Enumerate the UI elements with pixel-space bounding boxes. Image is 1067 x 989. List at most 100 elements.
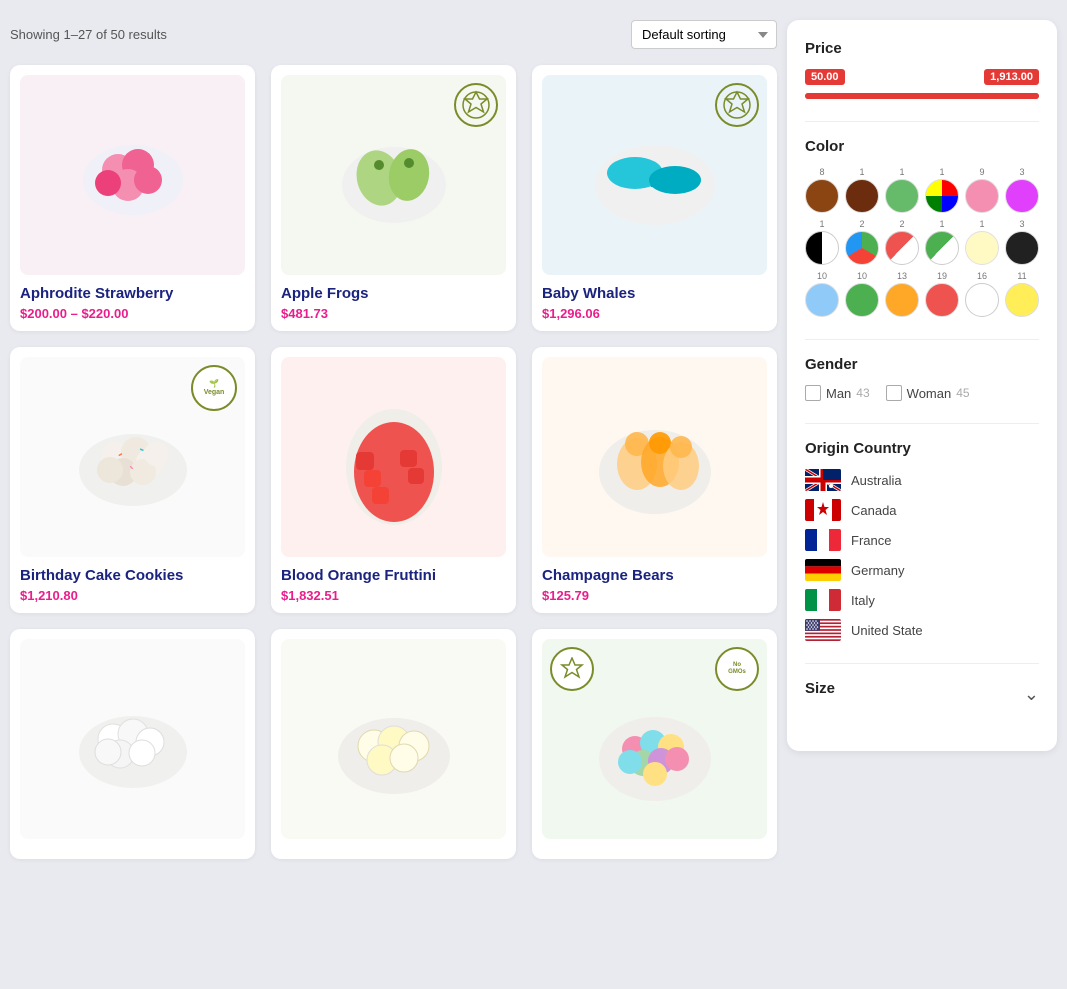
product-name: Blood Orange Fruttini	[281, 567, 506, 584]
flag-fr	[805, 529, 841, 551]
woman-checkbox[interactable]	[886, 385, 902, 401]
country-name: Canada	[851, 503, 897, 518]
product-price: $1,210.80	[20, 588, 245, 603]
product-image	[20, 639, 245, 839]
woman-count: 45	[956, 386, 969, 400]
product-image	[542, 75, 767, 275]
price-section: Price 50.00 1,913.00	[805, 40, 1039, 99]
product-image	[542, 357, 767, 557]
product-name: Aphrodite Strawberry	[20, 285, 245, 302]
product-image: NoGMOs	[542, 639, 767, 839]
product-card[interactable]	[271, 629, 516, 859]
chevron-down-icon: ⌄	[1024, 684, 1039, 705]
flag-us	[805, 619, 841, 641]
product-name: Birthday Cake Cookies	[20, 567, 245, 584]
flag-it	[805, 589, 841, 611]
color-swatch-orange[interactable]: 13	[885, 271, 919, 317]
color-swatch-pink[interactable]: 9	[965, 167, 999, 213]
country-australia[interactable]: Australia	[805, 469, 1039, 491]
product-image	[281, 75, 506, 275]
product-card[interactable]: Blood Orange Fruttini $1,832.51	[271, 347, 516, 613]
price-max: 1,913.00	[984, 69, 1039, 85]
country-name: Germany	[851, 563, 904, 578]
gender-man[interactable]: Man 43	[805, 385, 870, 401]
sidebar: Price 50.00 1,913.00 Color 8 1	[787, 20, 1057, 751]
size-title: Size	[805, 680, 835, 697]
country-france[interactable]: France	[805, 529, 1039, 551]
origin-title: Origin Country	[805, 440, 1039, 457]
gender-options: Man 43 Woman 45	[805, 385, 1039, 401]
color-swatch-red-white[interactable]: 2	[885, 219, 919, 265]
country-name: United State	[851, 623, 923, 638]
woman-label: Woman	[907, 386, 952, 401]
product-card[interactable]: Aphrodite Strawberry $200.00 – $220.00	[10, 65, 255, 331]
color-swatch-light-yellow[interactable]: 1	[965, 219, 999, 265]
flag-de	[805, 559, 841, 581]
product-image	[281, 639, 506, 839]
product-card[interactable]: Champagne Bears $125.79	[532, 347, 777, 613]
product-name: Apple Frogs	[281, 285, 506, 302]
origin-section: Origin Country	[805, 440, 1039, 641]
sort-select[interactable]: Default sortingPrice: Low to HighPrice: …	[631, 20, 777, 49]
vegan-badge: 🌱 Vegan	[191, 365, 237, 411]
gender-section: Gender Man 43 Woman 45	[805, 356, 1039, 401]
color-grid: 8 1 1 1 9	[805, 167, 1039, 317]
price-slider[interactable]	[805, 93, 1039, 99]
color-swatch-brown[interactable]: 8	[805, 167, 839, 213]
product-card[interactable]: Baby Whales $1,296.06	[532, 65, 777, 331]
flag-ca	[805, 499, 841, 521]
price-title: Price	[805, 40, 1039, 57]
color-swatch-half-white[interactable]: 1	[925, 219, 959, 265]
product-card[interactable]	[10, 629, 255, 859]
price-labels: 50.00 1,913.00	[805, 69, 1039, 85]
kosher-badge	[715, 83, 759, 127]
product-image	[281, 357, 506, 557]
country-germany[interactable]: Germany	[805, 559, 1039, 581]
product-grid: Aphrodite Strawberry $200.00 – $220.00	[10, 65, 777, 859]
flag-au	[805, 469, 841, 491]
product-price: $1,832.51	[281, 588, 506, 603]
product-price: $200.00 – $220.00	[20, 306, 245, 321]
size-section: Size ⌄	[805, 680, 1039, 709]
main-content: Showing 1–27 of 50 results Default sorti…	[10, 20, 787, 859]
country-us[interactable]: United State	[805, 619, 1039, 641]
country-italy[interactable]: Italy	[805, 589, 1039, 611]
color-swatch-yellow[interactable]: 11	[1005, 271, 1039, 317]
product-price: $1,296.06	[542, 306, 767, 321]
product-name: Champagne Bears	[542, 567, 767, 584]
color-swatch-light-blue[interactable]: 10	[805, 271, 839, 317]
gender-title: Gender	[805, 356, 1039, 373]
color-swatch-multicolor2[interactable]: 2	[845, 219, 879, 265]
color-swatch-dark-brown[interactable]: 1	[845, 167, 879, 213]
man-checkbox[interactable]	[805, 385, 821, 401]
man-label: Man	[826, 386, 851, 401]
color-swatch-black[interactable]: 3	[1005, 219, 1039, 265]
kosher-badge	[550, 647, 594, 691]
product-price: $125.79	[542, 588, 767, 603]
color-section: Color 8 1 1 1	[805, 138, 1039, 317]
product-price: $481.73	[281, 306, 506, 321]
country-canada[interactable]: Canada	[805, 499, 1039, 521]
kosher-badge	[454, 83, 498, 127]
gender-woman[interactable]: Woman 45	[886, 385, 970, 401]
showing-text: Showing 1–27 of 50 results	[10, 27, 167, 42]
color-swatch-red[interactable]: 19	[925, 271, 959, 317]
color-swatch-white[interactable]: 16	[965, 271, 999, 317]
size-header[interactable]: Size ⌄	[805, 680, 1039, 709]
product-name: Baby Whales	[542, 285, 767, 302]
product-image	[20, 75, 245, 275]
nogmo-badge: NoGMOs	[715, 647, 759, 691]
color-swatch-green[interactable]: 1	[885, 167, 919, 213]
product-card[interactable]: NoGMOs	[532, 629, 777, 859]
product-image: 🌱 Vegan	[20, 357, 245, 557]
color-swatch-multicolor1[interactable]: 1	[925, 167, 959, 213]
color-swatch-magenta[interactable]: 3	[1005, 167, 1039, 213]
product-card[interactable]: Apple Frogs $481.73	[271, 65, 516, 331]
product-card[interactable]: 🌱 Vegan Birthday Cake Cookies $1,210.80	[10, 347, 255, 613]
country-name: France	[851, 533, 891, 548]
man-count: 43	[856, 386, 869, 400]
country-name: Italy	[851, 593, 875, 608]
color-swatch-black-white[interactable]: 1	[805, 219, 839, 265]
color-swatch-green2[interactable]: 10	[845, 271, 879, 317]
country-name: Australia	[851, 473, 902, 488]
